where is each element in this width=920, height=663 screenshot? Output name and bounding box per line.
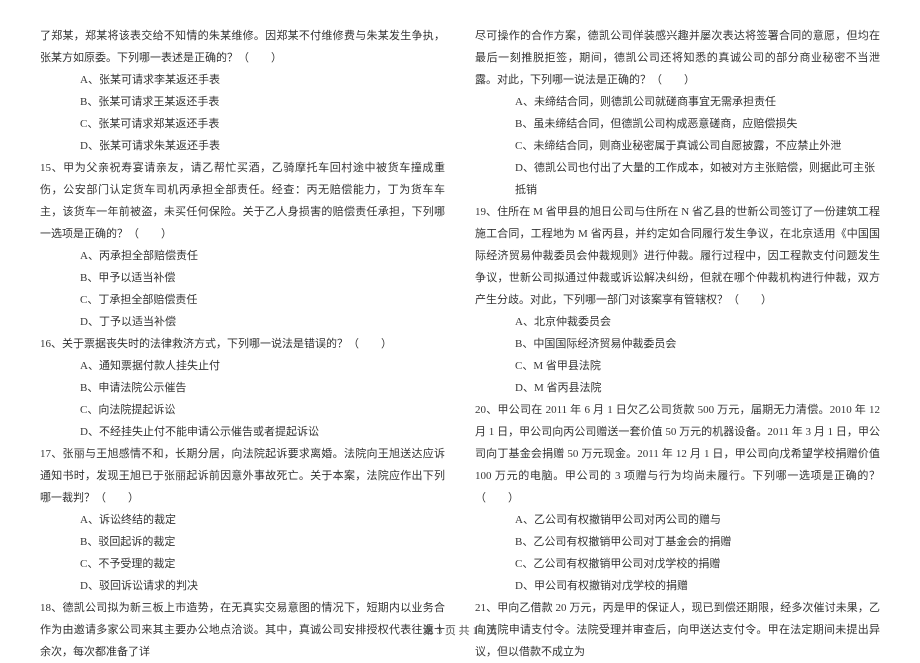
r-option-d: D、德凯公司也付出了大量的工作成本，如被对方主张赔偿，则据此可主张抵销: [475, 157, 880, 201]
question-17: 17、张丽与王旭感情不和，长期分居，向法院起诉要求离婚。法院向王旭送达应诉通知书…: [40, 443, 445, 509]
option-d: D、张某可请求朱某返还手表: [40, 135, 445, 157]
option-c: C、张某可请求郑某返还手表: [40, 113, 445, 135]
q16-option-b: B、申请法院公示催告: [40, 377, 445, 399]
q20-option-a: A、乙公司有权撤销甲公司对丙公司的赠与: [475, 509, 880, 531]
q17-option-c: C、不予受理的裁定: [40, 553, 445, 575]
right-column: 尽可操作的合作方案，德凯公司佯装感兴趣并屡次表达将签署合同的意愿，但均在最后一刻…: [475, 25, 880, 605]
continuation-text-right: 尽可操作的合作方案，德凯公司佯装感兴趣并屡次表达将签署合同的意愿，但均在最后一刻…: [475, 25, 880, 91]
question-20: 20、甲公司在 2011 年 6 月 1 日欠乙公司货款 500 万元，届期无力…: [475, 399, 880, 509]
q17-option-d: D、驳回诉讼请求的判决: [40, 575, 445, 597]
q15-option-c: C、丁承担全部赔偿责任: [40, 289, 445, 311]
q17-option-a: A、诉讼终结的裁定: [40, 509, 445, 531]
q16-option-c: C、向法院提起诉讼: [40, 399, 445, 421]
question-15: 15、甲为父亲祝寿宴请亲友，请乙帮忙买酒，乙骑摩托车回村途中被货车撞成重伤，公安…: [40, 157, 445, 245]
q19-option-d: D、M 省丙县法院: [475, 377, 880, 399]
r-option-b: B、虽未缔结合同，但德凯公司构成恶意磋商，应赔偿损失: [475, 113, 880, 135]
question-19: 19、住所在 M 省甲县的旭日公司与住所在 N 省乙县的世新公司签订了一份建筑工…: [475, 201, 880, 311]
r-option-a: A、未缔结合同，则德凯公司就磋商事宜无需承担责任: [475, 91, 880, 113]
q15-option-b: B、甲予以适当补偿: [40, 267, 445, 289]
left-column: 了郑某，郑某将该表交给不知情的朱某维修。因郑某不付维修费与朱某发生争执，张某方如…: [40, 25, 445, 605]
q20-option-c: C、乙公司有权撤销甲公司对戊学校的捐赠: [475, 553, 880, 575]
q20-option-d: D、甲公司有权撤销对戊学校的捐赠: [475, 575, 880, 597]
q15-option-a: A、丙承担全部赔偿责任: [40, 245, 445, 267]
q15-option-d: D、丁予以适当补偿: [40, 311, 445, 333]
r-option-c: C、未缔结合同，则商业秘密属于真诚公司自愿披露，不应禁止外泄: [475, 135, 880, 157]
continuation-text: 了郑某，郑某将该表交给不知情的朱某维修。因郑某不付维修费与朱某发生争执，张某方如…: [40, 25, 445, 69]
option-b: B、张某可请求王某返还手表: [40, 91, 445, 113]
q17-option-b: B、驳回起诉的裁定: [40, 531, 445, 553]
q19-option-b: B、中国国际经济贸易仲裁委员会: [475, 333, 880, 355]
question-16: 16、关于票据丧失时的法律救济方式，下列哪一说法是错误的？（ ）: [40, 333, 445, 355]
q19-option-c: C、M 省甲县法院: [475, 355, 880, 377]
q20-option-b: B、乙公司有权撤销甲公司对丁基金会的捐赠: [475, 531, 880, 553]
q16-option-a: A、通知票据付款人挂失止付: [40, 355, 445, 377]
q16-option-d: D、不经挂失止付不能申请公示催告或者提起诉讼: [40, 421, 445, 443]
q19-option-a: A、北京仲裁委员会: [475, 311, 880, 333]
option-a: A、张某可请求李某返还手表: [40, 69, 445, 91]
page-footer: 第 3 页 共 19 页: [0, 622, 920, 638]
